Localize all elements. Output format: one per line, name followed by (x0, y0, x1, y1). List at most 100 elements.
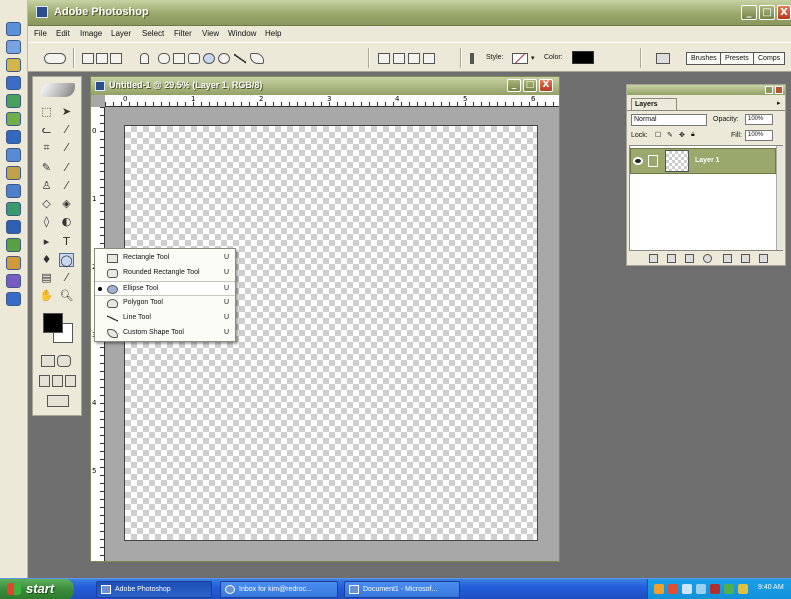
magic-wand-tool-icon[interactable]: ⁄ (59, 123, 74, 137)
quick-mask-mode-icon[interactable] (57, 355, 71, 367)
layer-style-icon[interactable] (667, 254, 676, 263)
desktop-shortcut-icon[interactable] (6, 274, 21, 288)
desktop-shortcut-icon[interactable] (6, 220, 21, 234)
desktop-shortcut-icon[interactable] (6, 76, 21, 90)
menu-image[interactable]: Image (80, 29, 102, 38)
menu-window[interactable]: Window (228, 29, 256, 38)
dodge-tool-icon[interactable]: ◐ (59, 215, 74, 229)
healing-brush-tool-icon[interactable]: ✎ (39, 161, 54, 175)
opacity-field[interactable]: 100% (745, 114, 773, 125)
tray-security-icon[interactable] (668, 584, 678, 594)
tray-app-icon[interactable] (738, 584, 748, 594)
menu-select[interactable]: Select (142, 29, 164, 38)
ellipse-option-icon[interactable] (203, 53, 215, 64)
desktop-shortcut-icon[interactable] (6, 58, 21, 72)
taskbar-item-inbox[interactable]: Inbox for kim@redroc... (220, 581, 338, 598)
menu-help[interactable]: Help (265, 29, 281, 38)
desktop-shortcut-icon[interactable] (6, 94, 21, 108)
taskbar-item-photoshop[interactable]: Adobe Photoshop (96, 581, 212, 598)
style-picker-icon[interactable] (512, 53, 528, 64)
menu-edit[interactable]: Edit (56, 29, 70, 38)
menu-filter[interactable]: Filter (174, 29, 192, 38)
blend-mode-select[interactable]: Normal (631, 114, 707, 126)
desktop-shortcut-icon[interactable] (6, 22, 21, 36)
tray-messenger-icon[interactable] (724, 584, 734, 594)
tray-antivirus-icon[interactable] (710, 584, 720, 594)
menu-file[interactable]: File (34, 29, 47, 38)
layer-mask-icon[interactable] (685, 254, 694, 263)
lock-position-icon[interactable]: ✥ (679, 131, 685, 139)
line-option-icon[interactable] (234, 53, 246, 64)
fill-field[interactable]: 100% (745, 130, 773, 141)
palette-close-button[interactable] (775, 86, 783, 94)
jump-to-imageready-icon[interactable] (47, 395, 69, 407)
ellipse-tool-icon[interactable]: ◯ (59, 253, 74, 267)
brushes-palette-well[interactable]: Brushes (686, 52, 722, 65)
palette-menu-arrow-icon[interactable]: ▸ (777, 99, 781, 107)
standard-mode-icon[interactable] (41, 355, 55, 367)
move-tool-icon[interactable]: ➤ (59, 105, 74, 119)
start-button[interactable]: start (0, 579, 74, 599)
rounded-rectangle-option-icon[interactable] (188, 53, 200, 64)
palette-titlebar[interactable] (627, 85, 785, 95)
desktop-shortcut-icon[interactable] (6, 130, 21, 144)
new-group-icon[interactable] (723, 254, 732, 263)
flyout-item-rectangle-tool[interactable]: Rectangle Tool U (95, 251, 235, 266)
flyout-item-custom-shape-tool[interactable]: Custom Shape Tool U (95, 326, 235, 341)
link-icon[interactable] (470, 53, 474, 64)
close-button[interactable]: X (777, 5, 791, 20)
paths-mode-icon[interactable] (96, 53, 108, 64)
full-screen-menu-mode-icon[interactable] (52, 375, 63, 387)
lock-all-icon[interactable]: 🔒︎ (691, 131, 695, 139)
marquee-tool-icon[interactable]: ⬚ (39, 105, 54, 119)
flyout-item-ellipse-tool[interactable]: Ellipse Tool U (95, 281, 235, 296)
polygon-option-icon[interactable] (218, 53, 230, 64)
crop-tool-icon[interactable]: ⌗ (39, 141, 54, 155)
desktop-shortcut-icon[interactable] (6, 184, 21, 198)
adjustment-layer-icon[interactable] (703, 254, 712, 263)
desktop-shortcut-icon[interactable] (6, 166, 21, 180)
freeform-pen-icon[interactable] (158, 53, 170, 64)
hand-tool-icon[interactable]: ✋ (39, 289, 54, 303)
path-selection-tool-icon[interactable]: ▸ (39, 235, 54, 249)
layer-row[interactable]: Layer 1 (630, 148, 776, 174)
brush-tool-icon[interactable]: ⁄ (59, 161, 74, 175)
lasso-tool-icon[interactable]: ᓚ (39, 123, 54, 137)
slice-tool-icon[interactable]: ⁄ (59, 141, 74, 155)
blur-tool-icon[interactable]: ◊ (39, 215, 54, 229)
app-titlebar[interactable]: Adobe Photoshop _ □ X (28, 0, 791, 26)
taskbar-item-document1[interactable]: Document1 - Microsof... (344, 581, 460, 598)
tray-sync-icon[interactable] (696, 584, 706, 594)
rectangle-option-icon[interactable] (173, 53, 185, 64)
foreground-color-swatch[interactable] (43, 313, 63, 333)
flyout-item-polygon-tool[interactable]: Polygon Tool U (95, 296, 235, 311)
tray-network-icon[interactable] (654, 584, 664, 594)
subtract-shape-area-icon[interactable] (393, 53, 405, 64)
photoshop-feather-icon[interactable] (41, 83, 75, 97)
document-titlebar[interactable]: Untitled-1 @ 29.5% (Layer 1, RGB/8) _ □ … (91, 77, 559, 95)
zoom-tool-icon[interactable]: 🔍︎ (59, 289, 74, 303)
lock-transparent-icon[interactable]: ☐ (655, 131, 661, 139)
notes-tool-icon[interactable]: ▤ (39, 271, 54, 285)
new-layer-icon[interactable] (741, 254, 750, 263)
pen-tool-icon[interactable]: ♦ (39, 253, 54, 267)
file-browser-icon[interactable] (656, 53, 670, 64)
fill-pixels-mode-icon[interactable] (110, 53, 122, 64)
comps-palette-well[interactable]: Comps (753, 52, 786, 65)
desktop-shortcut-icon[interactable] (6, 256, 21, 270)
layer-link-brush-icon[interactable] (648, 155, 658, 167)
desktop-shortcut-icon[interactable] (6, 202, 21, 216)
shape-layers-mode-icon[interactable] (82, 53, 94, 64)
history-brush-tool-icon[interactable]: ⁄ (59, 179, 74, 193)
document-close-button[interactable]: X (539, 79, 553, 92)
color-swatch[interactable] (572, 51, 594, 64)
intersect-shape-areas-icon[interactable] (408, 53, 420, 64)
palette-minimize-button[interactable] (765, 86, 773, 94)
presets-palette-well[interactable]: Presets (720, 52, 754, 65)
tab-layers[interactable]: Layers (631, 98, 677, 110)
menu-layer[interactable]: Layer (111, 29, 131, 38)
paint-bucket-tool-icon[interactable]: ◈ (59, 197, 74, 211)
standard-screen-mode-icon[interactable] (39, 375, 50, 387)
flyout-item-line-tool[interactable]: Line Tool U (95, 311, 235, 326)
desktop-shortcut-icon[interactable] (6, 292, 21, 306)
